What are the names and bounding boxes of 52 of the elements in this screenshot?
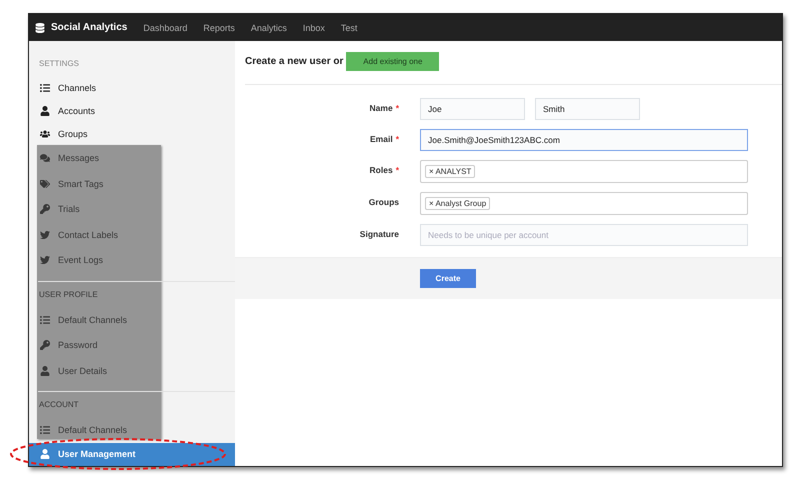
field-label: Email *: [369, 133, 399, 144]
tag-input[interactable]: × ANALYST: [420, 160, 748, 183]
text-input[interactable]: Smith: [535, 98, 640, 120]
user-icon: [40, 449, 50, 460]
sidebar-item[interactable]: Accounts: [29, 99, 235, 122]
form-heading: Create a new user or: [245, 56, 344, 67]
sidebar-item[interactable]: User Details: [29, 358, 235, 384]
tags-icon: [40, 178, 50, 189]
tag-input[interactable]: × Analyst Group: [420, 192, 748, 215]
field-label: Roles *: [368, 164, 399, 175]
chat-bubbles-icon: [40, 153, 50, 164]
key-icon: [40, 340, 50, 350]
section-heading: SETTINGS: [38, 58, 80, 70]
database-icon: [35, 22, 45, 32]
nav-link[interactable]: Inbox: [302, 22, 325, 32]
key-icon: [40, 204, 50, 214]
sidebar-item[interactable]: User Management: [29, 442, 235, 466]
sidebar-item[interactable]: Groups: [29, 122, 235, 146]
sidebar-item[interactable]: Event Logs: [29, 247, 235, 273]
nav-link[interactable]: Dashboard: [143, 22, 188, 32]
brand-name: Social Analytics: [51, 22, 128, 33]
user-icon: [40, 366, 50, 376]
bird-icon: [40, 230, 50, 240]
text-input[interactable]: Joe: [420, 98, 525, 120]
sidebar-item[interactable]: Default Channels: [29, 306, 235, 332]
section-heading: ACCOUNT: [38, 399, 80, 412]
sidebar-item[interactable]: Channels: [29, 76, 235, 100]
users-icon: [40, 128, 50, 139]
sidebar-item[interactable]: Smart Tags: [29, 170, 235, 196]
sidebar-item[interactable]: Default Channels: [29, 417, 235, 443]
list-icon: [40, 82, 50, 93]
sidebar-item[interactable]: Messages: [29, 145, 235, 171]
list-icon: [40, 314, 50, 325]
list-icon: [40, 425, 50, 436]
text-input[interactable]: Joe.Smith@JoeSmith123ABC.com: [420, 129, 748, 151]
section-heading: USER PROFILE: [38, 288, 99, 301]
bird-icon: [40, 255, 50, 266]
nav-link[interactable]: Reports: [203, 22, 235, 32]
create-button[interactable]: Create: [420, 269, 476, 288]
tag-chip[interactable]: × Analyst Group: [425, 197, 490, 210]
sidebar-item[interactable]: Password: [29, 332, 235, 358]
tag-chip[interactable]: × ANALYST: [425, 165, 476, 178]
sidebar-item[interactable]: Trials: [29, 196, 235, 222]
field-label: Signature: [358, 228, 399, 239]
user-icon: [40, 106, 50, 116]
nav-link[interactable]: Test: [340, 22, 358, 32]
nav-link[interactable]: Analytics: [250, 22, 287, 32]
field-label: Groups: [368, 196, 399, 207]
text-input[interactable]: Needs to be unique per account: [420, 224, 748, 246]
sidebar-item[interactable]: Contact Labels: [29, 222, 235, 248]
add-existing-button[interactable]: Add existing one: [346, 52, 440, 71]
field-label: Name *: [368, 102, 399, 113]
